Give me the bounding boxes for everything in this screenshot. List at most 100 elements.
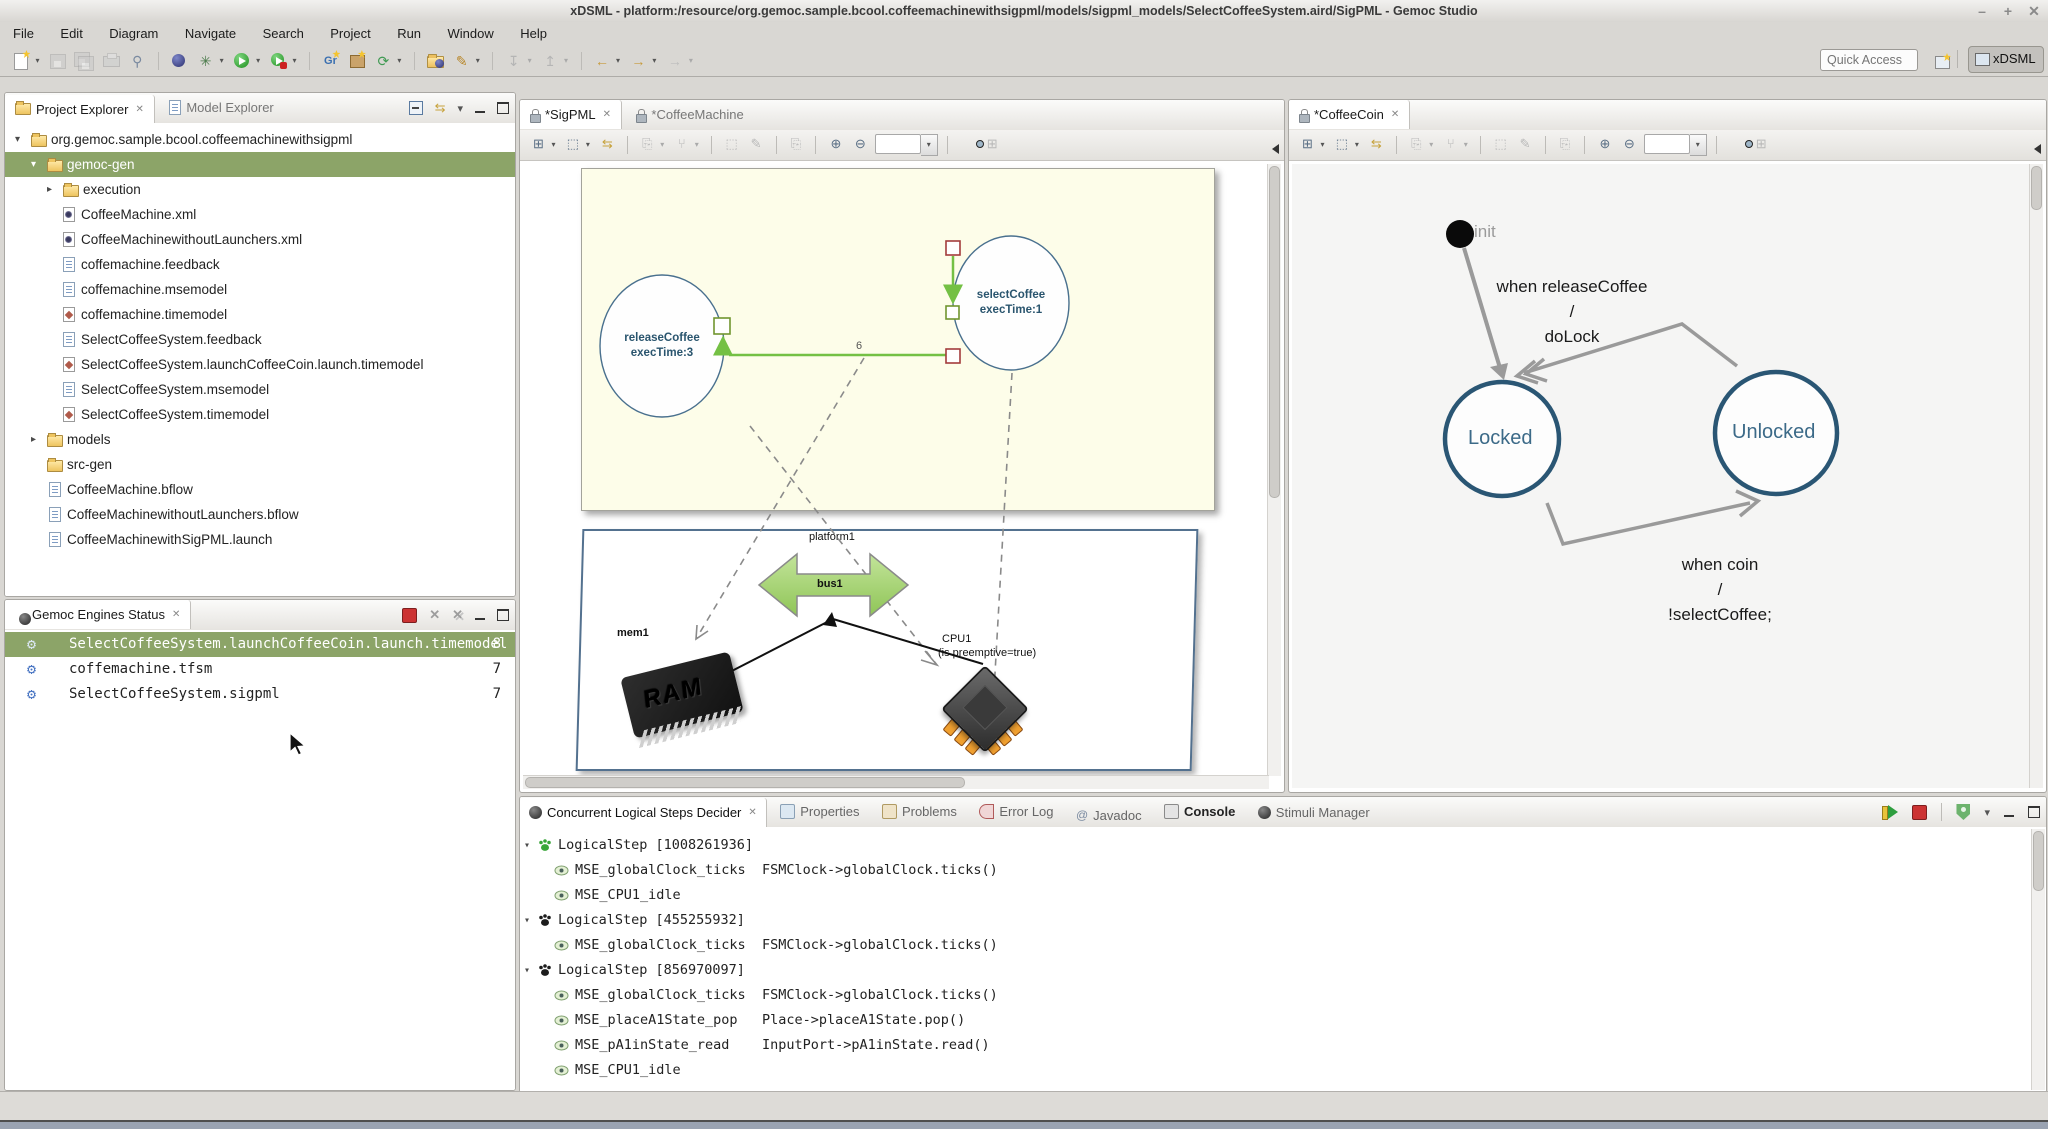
refresh-button[interactable]: ⟳ [372,50,394,72]
logicalstep-row[interactable]: ▾ LogicalStep [455255932] [520,908,2046,933]
decider-dropdown-icon[interactable]: ▾ [1984,806,1990,819]
tree-row-gemoc-gen[interactable]: ▾gemoc-gen [5,152,515,177]
snapshot-icon[interactable] [958,134,978,154]
filters-icon[interactable]: ⬚ [1332,134,1352,154]
run-config-button[interactable] [268,50,290,72]
copy-dropdown[interactable]: ▾ [1426,140,1436,149]
grid-icon[interactable]: ⊞ [1751,134,1771,154]
annotate-button[interactable]: ✎ [451,50,473,72]
zoom-out-icon[interactable]: ⊖ [850,134,870,154]
tab-error-log[interactable]: Error Log [970,797,1062,826]
gemoc-sphere-button[interactable] [168,50,190,72]
vertical-scrollbar[interactable] [2031,829,2045,1090]
engine-row[interactable]: ⚙ SelectCoffeeSystem.sigpml 7 [5,682,515,707]
debug-dropdown[interactable]: ▾ [217,56,227,65]
menu-window[interactable]: Window [437,22,505,46]
copy-appearance-icon[interactable]: ⎘ [1406,134,1426,154]
port-top-selectcoffee[interactable] [946,241,960,255]
collapse-all-icon[interactable] [409,101,423,115]
distribute-dropdown[interactable]: ▾ [1461,140,1471,149]
tree-row-project[interactable]: ▾org.gemoc.sample.bcool.coffeemachinewit… [5,127,515,152]
refresh-diagram-icon[interactable]: ⇆ [597,134,617,154]
mse-row[interactable]: MSE_CPU1_idle [520,883,2046,908]
menu-search[interactable]: Search [252,22,315,46]
refresh-dropdown[interactable]: ▾ [394,56,404,65]
tab-model-explorer[interactable]: Model Explorer [159,93,283,122]
window-close-button[interactable]: ✕ [2024,2,2044,20]
maximize-view-icon[interactable] [497,102,509,114]
tree-row-file[interactable]: coffemachine.feedback [5,252,515,277]
filters-dropdown[interactable]: ▾ [1352,140,1362,149]
tree-row-file[interactable]: coffemachine.msemodel [5,277,515,302]
edit-mode-icon[interactable]: ✎ [1515,134,1535,154]
tree-row-file[interactable]: CoffeeMachinewithoutLaunchers.xml [5,227,515,252]
menu-run[interactable]: Run [386,22,432,46]
tab-gemoc-engines-status[interactable]: Gemoc Engines Status ✕ [5,600,191,629]
open-resource-button[interactable] [424,50,446,72]
previous-annotation-dropdown[interactable]: ▾ [525,56,535,65]
grid-icon[interactable]: ⊞ [982,134,1002,154]
back-history-button[interactable]: ← [591,50,613,72]
zoom-combo-dropdown[interactable]: ▾ [921,134,938,156]
mse-row[interactable]: MSE_placeA1State_pop Place->placeA1State… [520,1008,2046,1033]
menu-navigate[interactable]: Navigate [174,22,247,46]
debug-attach-button[interactable]: ⚲ [126,50,148,72]
tab-javadoc[interactable]: @ Javadoc [1067,801,1151,830]
dispose-engine-icon[interactable]: ✕ [429,607,440,623]
link-with-editor-icon[interactable]: ⇆ [435,100,446,116]
tree-row-models[interactable]: ▸models [5,427,515,452]
logicalstep-row[interactable]: ▾ LogicalStep [856970097] [520,958,2046,983]
zoom-in-icon[interactable]: ⊕ [826,134,846,154]
paste-format-icon[interactable]: ⎘ [1555,134,1575,154]
zoom-level-combo[interactable] [1644,134,1690,154]
next-annotation-button[interactable]: ↥ [539,50,561,72]
perspective-xdsml-button[interactable]: xDSML [1968,46,2044,73]
tree-row-file[interactable]: CoffeeMachinewithSigPML.launch [5,527,515,552]
close-icon[interactable]: ✕ [172,609,180,620]
close-icon[interactable]: ✕ [1391,109,1399,120]
layers-icon[interactable]: ⊞ [528,134,548,154]
logicalstep-row[interactable]: ▾ LogicalStep [1008261936] [520,833,2046,858]
forward-history-dropdown[interactable]: ▾ [649,56,659,65]
print-button[interactable] [100,50,122,72]
zoom-in-icon[interactable]: ⊕ [1595,134,1615,154]
coffeecoin-canvas[interactable]: init Locked Unlocked when releaseCoffee … [1292,164,2032,788]
tree-row-file[interactable]: SelectCoffeeSystem.msemodel [5,377,515,402]
distribute-icon[interactable]: ⑂ [1441,134,1461,154]
tab-project-explorer[interactable]: Project Explorer ✕ [5,95,155,124]
minimize-view-icon[interactable] [475,103,485,113]
filters-dropdown[interactable]: ▾ [583,140,593,149]
minimize-view-icon[interactable] [2004,807,2014,817]
vertical-scrollbar[interactable] [2029,164,2043,788]
distribute-icon[interactable]: ⑂ [672,134,692,154]
zoom-combo-dropdown[interactable]: ▾ [1690,134,1707,156]
tab-coffeecoin[interactable]: *CoffeeCoin ✕ [1289,100,1410,129]
menu-diagram[interactable]: Diagram [98,22,169,46]
stop-engine-icon[interactable] [402,608,417,623]
export-image-icon[interactable]: ⬚ [722,134,742,154]
debug-button[interactable]: ✳ [195,50,217,72]
palette-collapse-icon[interactable] [2034,144,2041,154]
back-history-dropdown[interactable]: ▾ [613,56,623,65]
sigpml-canvas[interactable]: platform1 [523,164,1269,776]
copy-dropdown[interactable]: ▾ [657,140,667,149]
tab-coffeemachine[interactable]: *CoffeeMachine [626,100,753,129]
decider-shield-icon[interactable] [1956,804,1970,820]
last-edit-button[interactable]: → [664,50,686,72]
tree-row-file[interactable]: coffemachine.timemodel [5,302,515,327]
run-dropdown[interactable]: ▾ [253,56,263,65]
zoom-level-combo[interactable] [875,134,921,154]
tree-row-file[interactable]: SelectCoffeeSystem.timemodel [5,402,515,427]
new-wizard-dropdown[interactable]: ▾ [32,56,42,65]
tab-properties[interactable]: Properties [771,797,868,826]
mse-row[interactable]: MSE_CPU1_idle [520,1058,2046,1083]
tree-row-file[interactable]: SelectCoffeeSystem.launchCoffeeCoin.laun… [5,352,515,377]
tree-row-src-gen[interactable]: src-gen [5,452,515,477]
close-icon[interactable]: ✕ [748,807,756,818]
vertical-scrollbar[interactable] [1267,164,1281,776]
menu-edit[interactable]: Edit [49,22,93,46]
step-icon[interactable] [1882,805,1898,819]
cpu-chip-image[interactable] [943,672,1023,752]
open-perspective-button[interactable] [1932,52,1954,74]
tree-row-file[interactable]: SelectCoffeeSystem.feedback [5,327,515,352]
